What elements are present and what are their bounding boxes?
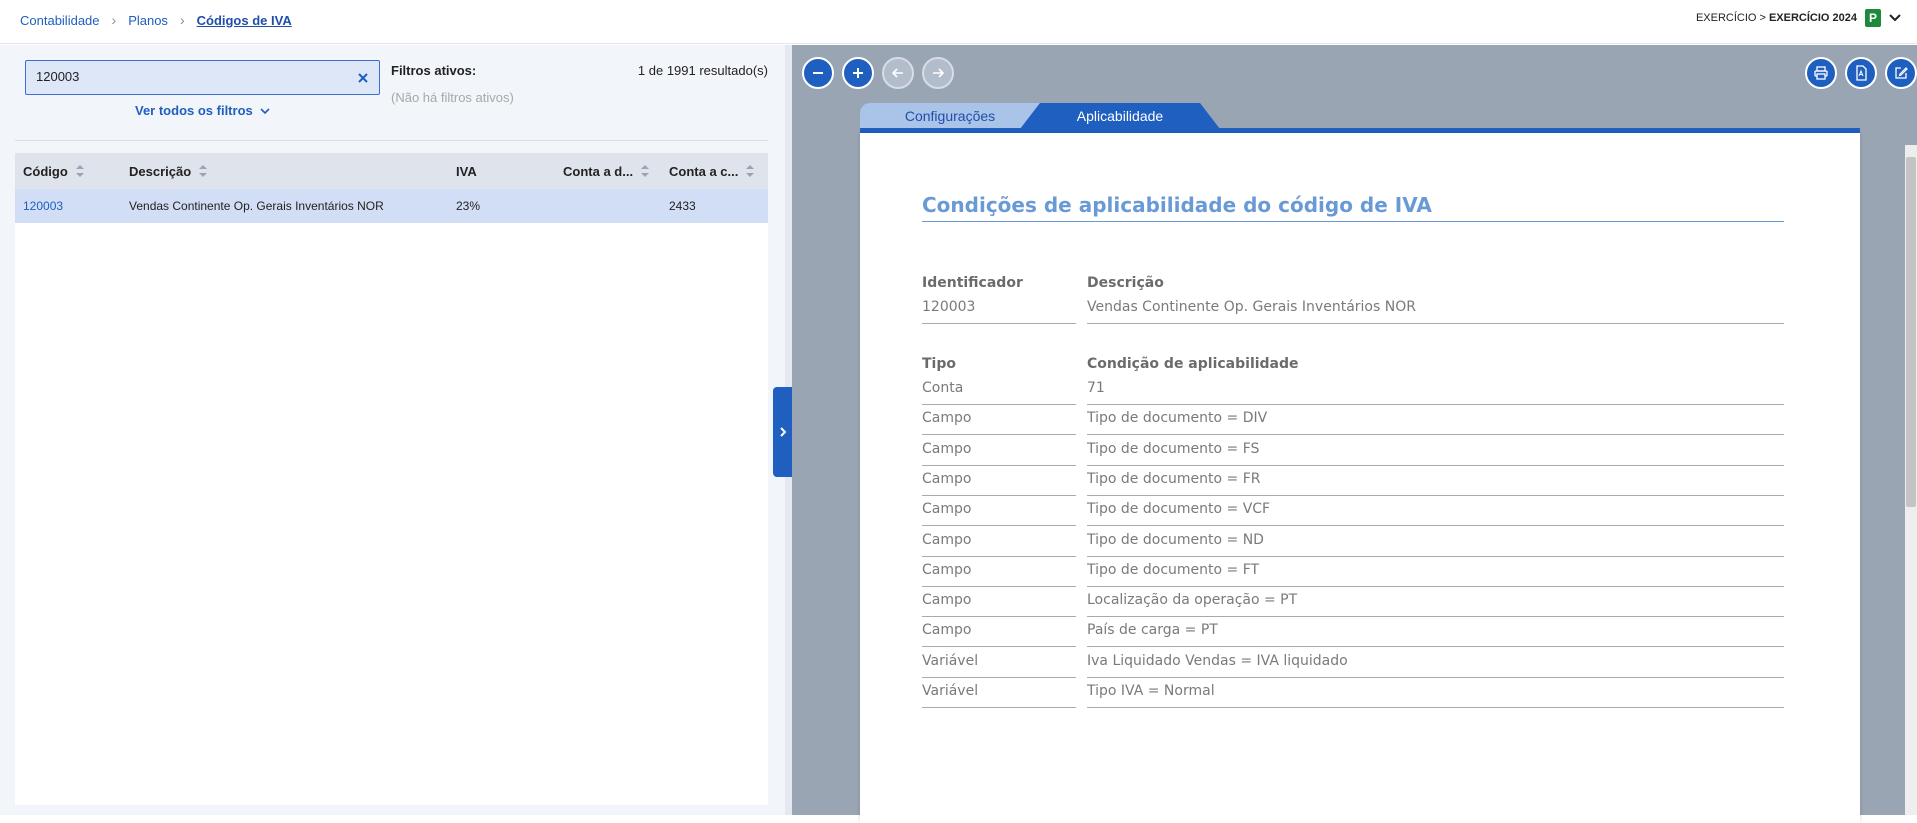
condition-value: Localização da operação = PT (1087, 587, 1784, 617)
condition-value: Tipo de documento = FS (1087, 436, 1784, 466)
chevron-right-icon (779, 427, 786, 437)
active-filters-empty: (Não há filtros ativos) (391, 90, 514, 105)
chevron-down-icon (259, 105, 271, 117)
condition-tipo: Campo (922, 587, 1076, 617)
condition-value: Tipo de documento = ND (1087, 527, 1784, 557)
exercise-value: EXERCÍCIO 2024 (1768, 12, 1857, 24)
title-rule (922, 221, 1784, 222)
breadcrumb-contabilidade[interactable]: Contabilidade (20, 13, 100, 28)
condition-tipo: Conta (922, 375, 1076, 405)
breadcrumb-separator-icon: › (111, 12, 117, 28)
cell-conta-credito: 2433 (669, 199, 696, 213)
tab-configuracoes[interactable]: Configurações (860, 103, 1040, 129)
document-page: Condições de aplicabilidade do código de… (860, 133, 1860, 823)
condition-tipo: Campo (922, 405, 1076, 435)
condition-tipo: Campo (922, 436, 1076, 466)
search-input[interactable] (36, 69, 346, 84)
arrow-right-icon (933, 68, 945, 78)
minus-icon (813, 72, 823, 74)
column-label: IVA (456, 163, 477, 179)
results-count: 1 de 1991 resultado(s) (637, 63, 768, 78)
condition-tipo: Campo (922, 557, 1076, 587)
document-title: Condições de aplicabilidade do código de… (922, 193, 1432, 217)
arrow-left-icon (891, 68, 903, 78)
expand-panel-button[interactable] (773, 387, 792, 477)
next-button[interactable] (922, 57, 954, 89)
condition-tipo: Campo (922, 466, 1076, 496)
list-panel: Ver todos os filtros Filtros ativos: (Nã… (0, 45, 785, 815)
cell-codigo[interactable]: 120003 (23, 189, 63, 223)
previous-button[interactable] (882, 57, 914, 89)
condition-tipo: Variável (922, 678, 1076, 708)
column-header-descricao[interactable]: Descrição (129, 153, 208, 189)
header-condicao: Condição de aplicabilidade (1087, 356, 1299, 372)
record-descricao: Vendas Continente Op. Gerais Inventários… (1087, 294, 1784, 324)
edit-button[interactable] (1885, 57, 1917, 89)
condition-tipo: Campo (922, 496, 1076, 526)
breadcrumb-codigos-iva[interactable]: Códigos de IVA (197, 13, 292, 28)
exercise-selector[interactable]: EXERCÍCIO > EXERCÍCIO 2024 P (1696, 9, 1903, 27)
column-label: Conta a d... (563, 163, 634, 179)
table-header: Código Descrição IVA Conta a d... Conta … (15, 153, 768, 189)
condition-tipo: Campo (922, 527, 1076, 557)
table-row[interactable]: 120003 Vendas Continente Op. Gerais Inve… (15, 189, 768, 223)
header-descricao: Descrição (1087, 275, 1164, 291)
active-filters-title: Filtros ativos: (391, 63, 477, 78)
sort-icon (746, 165, 755, 177)
tab-aplicabilidade[interactable]: Aplicabilidade (1020, 103, 1220, 129)
pdf-button[interactable] (1845, 57, 1877, 89)
close-icon[interactable] (355, 70, 371, 86)
column-label: Código (23, 163, 68, 179)
column-header-conta-credito[interactable]: Conta a c... (669, 153, 755, 189)
edit-icon (1895, 67, 1908, 79)
top-bar: Contabilidade › Planos › Códigos de IVA … (0, 0, 1917, 44)
condition-value: Tipo de documento = FT (1087, 557, 1784, 587)
sort-icon (199, 165, 208, 177)
see-all-filters-link[interactable]: Ver todos os filtros (135, 103, 271, 118)
vat-codes-table: Código Descrição IVA Conta a d... Conta … (15, 153, 768, 805)
condition-value: Tipo de documento = VCF (1087, 496, 1784, 526)
breadcrumb-planos[interactable]: Planos (128, 13, 168, 28)
printer-icon (1814, 66, 1828, 80)
condition-value: Tipo IVA = Normal (1087, 678, 1784, 708)
breadcrumb-separator-icon: › (179, 12, 185, 28)
header-tipo: Tipo (922, 356, 956, 372)
condition-value: 71 (1087, 375, 1784, 405)
exercise-label: EXERCÍCIO > (1695, 12, 1766, 24)
search-box[interactable] (25, 60, 380, 95)
condition-value: Iva Liquidado Vendas = IVA liquidado (1087, 648, 1784, 678)
cell-descricao: Vendas Continente Op. Gerais Inventários… (129, 199, 384, 213)
cell-iva: 23% (456, 199, 481, 213)
column-header-conta-debito[interactable]: Conta a d... (563, 153, 650, 189)
see-all-filters-label: Ver todos os filtros (135, 103, 253, 118)
zoom-out-button[interactable] (802, 57, 834, 89)
condition-value: Tipo de documento = FR (1087, 466, 1784, 496)
column-label: Descrição (129, 163, 192, 179)
sort-icon (75, 165, 84, 177)
condition-tipo: Campo (922, 617, 1076, 647)
condition-value: País de carga = PT (1087, 617, 1784, 647)
pdf-file-icon (1856, 65, 1867, 81)
zoom-in-button[interactable] (842, 57, 874, 89)
plus-icon (853, 68, 863, 78)
chevron-down-icon[interactable] (1887, 10, 1903, 26)
record-identificador: 120003 (922, 294, 1076, 324)
divider (15, 140, 768, 141)
condition-tipo: Variável (922, 648, 1076, 678)
sort-icon (641, 165, 650, 177)
exercise-badge: P (1865, 9, 1881, 27)
print-button[interactable] (1805, 57, 1837, 89)
column-label: Conta a c... (669, 163, 739, 179)
condition-value: Tipo de documento = DIV (1087, 405, 1784, 435)
breadcrumb: Contabilidade › Planos › Códigos de IVA (20, 12, 292, 28)
column-header-codigo[interactable]: Código (23, 153, 85, 189)
document-viewer: Configurações Aplicabilidade Condições d… (792, 45, 1917, 823)
scrollbar-thumb[interactable] (1906, 157, 1916, 507)
column-header-iva[interactable]: IVA (456, 153, 477, 189)
header-identificador: Identificador (922, 275, 1023, 291)
